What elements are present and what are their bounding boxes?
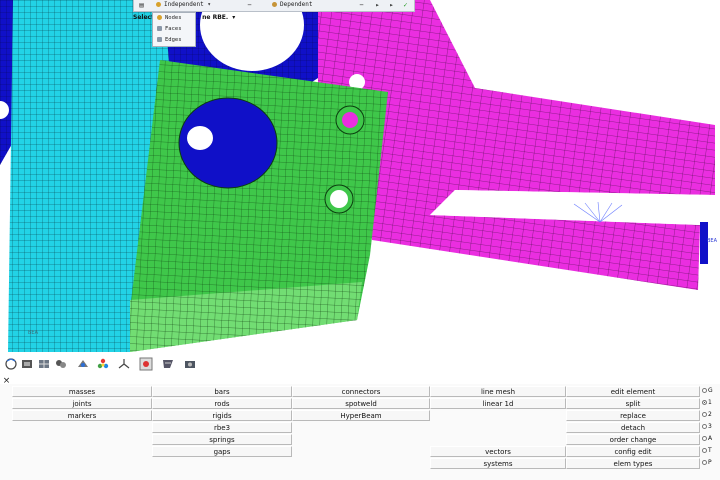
radio-label: G — [708, 387, 713, 394]
rigid-toolbar: ▤ Independent ▾ − Dependent − ▸ ▸ ✓ — [133, 0, 415, 12]
bars-button[interactable]: bars — [152, 386, 292, 397]
wireframe-mode-icon[interactable] — [37, 357, 51, 371]
graphics-viewport[interactable]: BEA BEA ▤ Independent ▾ − Dependent − ▸ … — [0, 0, 720, 352]
rods-button[interactable]: rods — [152, 398, 292, 409]
gaps-button[interactable]: gaps — [152, 446, 292, 457]
section-cut-icon[interactable] — [161, 357, 175, 371]
radio-3d[interactable]: 3 — [702, 422, 720, 432]
systems-button[interactable]: systems — [430, 458, 566, 469]
radio-label: P — [708, 459, 712, 466]
independent-selector[interactable]: Independent ▾ — [156, 1, 211, 9]
radio-2d[interactable]: 2 — [702, 410, 720, 420]
fe-model-canvas[interactable]: BEA BEA — [0, 0, 720, 352]
radio-label: 3 — [708, 423, 712, 430]
shaded-mode-icon[interactable] — [20, 357, 34, 371]
dropdown-item-label: Faces — [165, 26, 182, 32]
menu-icon[interactable]: ▤ — [136, 1, 147, 9]
rbe3-button[interactable]: rbe3 — [152, 422, 292, 433]
color-palette-icon[interactable] — [96, 357, 110, 371]
selection-suffix: ne RBE. — [202, 14, 229, 21]
dependent-label: Dependent — [280, 1, 313, 8]
1d-panel: masses joints markers bars rods rigids r… — [0, 384, 720, 480]
linear-1d-button[interactable]: linear 1d — [430, 398, 566, 409]
edit-element-button[interactable]: edit element — [566, 386, 700, 397]
edges-icon — [157, 37, 162, 42]
dropdown-item-edges[interactable]: Edges — [153, 35, 195, 46]
chevron-down-icon: ▾ — [232, 14, 236, 21]
config-edit-button[interactable]: config edit — [566, 446, 700, 457]
dropdown-item-label: Nodes — [165, 15, 182, 21]
replace-button[interactable]: replace — [566, 410, 700, 421]
minimize-button[interactable]: − — [244, 1, 255, 9]
entity-type-dropdown[interactable]: Nodes Faces Edges — [152, 12, 196, 47]
line-mesh-button[interactable]: line mesh — [430, 386, 566, 397]
hyperbeam-button[interactable]: HyperBeam — [292, 410, 430, 421]
radio-label: 2 — [708, 411, 712, 418]
connectors-button[interactable]: connectors — [292, 386, 430, 397]
radio-tool[interactable]: T — [702, 446, 720, 456]
radio-label: A — [708, 435, 713, 442]
order-change-button[interactable]: order change — [566, 434, 700, 445]
radio-analysis[interactable]: A — [702, 434, 720, 444]
expand-button[interactable]: ▸ — [386, 1, 397, 9]
joints-button[interactable]: joints — [12, 398, 152, 409]
element-color-icon[interactable] — [54, 357, 68, 371]
dropdown-item-label: Edges — [165, 37, 182, 43]
radio-geom[interactable]: G — [702, 386, 720, 396]
markers-button[interactable]: markers — [12, 410, 152, 421]
split-button[interactable]: split — [566, 398, 700, 409]
next-button[interactable]: ▸ — [372, 1, 383, 9]
springs-button[interactable]: springs — [152, 434, 292, 445]
vectors-button[interactable]: vectors — [430, 446, 566, 457]
zoom-fit-icon[interactable] — [139, 357, 153, 371]
selection-prefix: Select — [133, 14, 154, 21]
view-toolbar — [0, 352, 720, 376]
camera-icon[interactable] — [183, 357, 197, 371]
radio-post[interactable]: P — [702, 458, 720, 468]
minimize-button-2[interactable]: − — [356, 1, 367, 9]
radio-label: 1 — [708, 399, 712, 406]
radio-label: T — [708, 447, 712, 454]
faces-icon — [157, 26, 162, 31]
radio-1d[interactable]: 1 — [702, 398, 720, 408]
independent-label: Independent — [164, 1, 204, 8]
independent-indicator-icon — [156, 2, 161, 7]
label-bottom-left: BEA — [28, 330, 39, 336]
nodes-icon — [157, 15, 162, 20]
detach-button[interactable]: detach — [566, 422, 700, 433]
green-part[interactable] — [130, 60, 388, 352]
dependent-selector[interactable]: Dependent — [272, 1, 313, 9]
spotweld-button[interactable]: spotweld — [292, 398, 430, 409]
masses-button[interactable]: masses — [12, 386, 152, 397]
axis-triad-icon[interactable] — [117, 357, 131, 371]
chevron-down-icon: ▾ — [203, 1, 211, 8]
dropdown-item-nodes[interactable]: Nodes — [153, 13, 195, 24]
dependent-indicator-icon — [272, 2, 277, 7]
label-right: BEA — [707, 238, 718, 244]
dropdown-item-faces[interactable]: Faces — [153, 24, 195, 35]
display-options-icon[interactable] — [76, 357, 90, 371]
elem-types-button[interactable]: elem types — [566, 458, 700, 469]
rigids-button[interactable]: rigids — [152, 410, 292, 421]
confirm-button[interactable]: ✓ — [400, 1, 411, 9]
rotate-view-icon[interactable] — [4, 357, 18, 371]
